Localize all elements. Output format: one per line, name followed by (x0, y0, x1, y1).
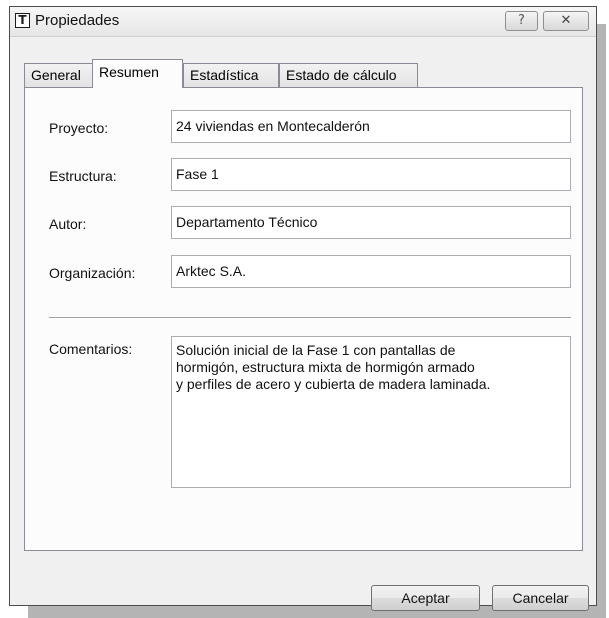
proyecto-label: Proyecto: (49, 120, 109, 136)
cancel-button[interactable]: Cancelar (492, 585, 589, 611)
estructura-field[interactable]: Fase 1 (171, 158, 571, 191)
close-icon: ✕ (560, 13, 572, 28)
comentarios-label: Comentarios: (49, 341, 133, 357)
proyecto-field[interactable]: 24 viviendas en Montecalderón (171, 110, 571, 143)
autor-field[interactable]: Departamento Técnico (171, 206, 571, 239)
section-divider (49, 317, 571, 319)
tab-estado-de-calculo[interactable]: Estado de cálculo (279, 63, 418, 87)
close-button[interactable]: ✕ (543, 11, 589, 31)
autor-label: Autor: (49, 216, 87, 232)
ok-button[interactable]: Aceptar (371, 585, 480, 611)
organizacion-field[interactable]: Arktec S.A. (171, 255, 571, 288)
estructura-label: Estructura: (49, 168, 117, 184)
window-title: Propiedades (35, 12, 120, 29)
title-bar[interactable]: T Propiedades ? ✕ (10, 7, 596, 37)
comentarios-textarea[interactable]: Solución inicial de la Fase 1 con pantal… (171, 336, 571, 488)
tab-resumen[interactable]: Resumen (92, 59, 183, 88)
properties-dialog: T Propiedades ? ✕ General Resumen Estadí… (9, 6, 597, 611)
organizacion-label: Organización: (49, 265, 136, 281)
tab-general[interactable]: General (24, 63, 93, 87)
help-button[interactable]: ? (505, 11, 538, 31)
tab-estadistica[interactable]: Estadística (183, 63, 279, 87)
help-icon: ? (518, 13, 525, 28)
resumen-panel: Proyecto: 24 viviendas en Montecalderón … (24, 87, 583, 551)
app-t-icon: T (15, 13, 30, 28)
